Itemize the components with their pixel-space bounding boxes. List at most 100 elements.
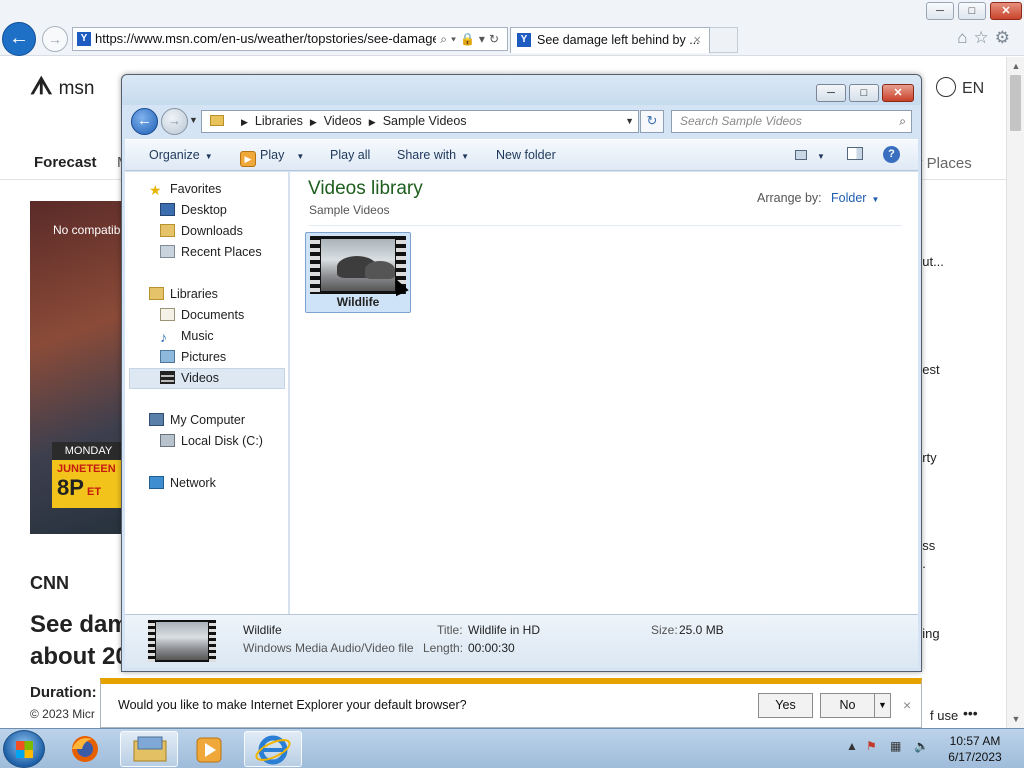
explorer-forward-button[interactable]: → xyxy=(161,108,188,135)
notification-options-dropdown[interactable]: ▼ xyxy=(874,693,891,718)
library-title: Videos library xyxy=(308,178,423,199)
help-icon: ? xyxy=(883,146,900,163)
more-icon[interactable]: ••• xyxy=(963,705,978,721)
nav-desktop[interactable]: Desktop xyxy=(160,203,227,217)
video-file-tile[interactable]: Wildlife xyxy=(305,232,411,313)
nav-local-disk[interactable]: Local Disk (C:) xyxy=(160,434,263,448)
page-scrollbar[interactable]: ▲ ▼ xyxy=(1006,57,1024,728)
search-input[interactable]: Search Sample Videos ⌕ xyxy=(671,110,912,133)
nav-network-label: Network xyxy=(170,476,216,490)
address-bar-icons[interactable]: ⌕▾🔒▾↻ xyxy=(436,28,503,50)
arrange-by-dropdown[interactable]: Folder ▼ xyxy=(831,191,879,205)
explorer-maximize-button[interactable]: □ xyxy=(849,84,879,102)
preview-pane-button[interactable] xyxy=(847,147,863,163)
nav-music[interactable]: ♪ Music xyxy=(160,329,214,345)
video-promo: JUNETEEN 8P ET xyxy=(52,460,125,508)
nav-recent-places-label: Recent Places xyxy=(181,245,262,259)
explorer-command-bar: Organize ▼ ▶ Play ▼ Play all Share with ▼ Ne… xyxy=(125,139,918,171)
explorer-close-button[interactable]: ✕ xyxy=(882,84,914,102)
nav-favorites[interactable]: ★ Favorites xyxy=(149,182,221,198)
nav-documents[interactable]: Documents xyxy=(160,308,244,322)
browser-home-favorites-settings-icons[interactable]: ⌂☆⚙ xyxy=(957,28,1016,48)
recent-locations-dropdown[interactable]: ▼ xyxy=(189,115,198,125)
show-hidden-icons[interactable]: ▲ xyxy=(846,739,858,753)
share-with-label: Share with xyxy=(397,148,457,162)
system-clock[interactable]: 10:57 AM 6/17/2023 xyxy=(942,733,1008,765)
nav-recent-places[interactable]: Recent Places xyxy=(160,245,262,259)
chevron-right-icon[interactable]: ▶ xyxy=(369,117,376,127)
video-player[interactable]: No compatib MONDAY JUNETEEN 8P ET xyxy=(30,201,125,534)
taskbar-firefox[interactable] xyxy=(58,731,116,767)
start-button[interactable] xyxy=(3,730,45,768)
nav-downloads[interactable]: Downloads xyxy=(160,224,243,238)
network-status-icon[interactable]: ▦ xyxy=(890,739,901,753)
notification-yes-button[interactable]: Yes xyxy=(758,693,813,718)
pictures-icon xyxy=(160,350,175,363)
new-tab-button[interactable] xyxy=(710,27,738,53)
nav-my-places[interactable]: y Places xyxy=(915,155,972,172)
language-label: EN xyxy=(962,80,985,97)
refresh-button[interactable]: ↻ xyxy=(640,110,664,133)
play-button[interactable]: ▶ Play ▼ xyxy=(240,148,304,167)
help-button[interactable]: ? xyxy=(883,146,900,163)
nav-videos[interactable]: Videos xyxy=(160,371,219,385)
play-all-button[interactable]: Play all xyxy=(330,148,370,162)
breadcrumb-sample-videos[interactable]: Sample Videos xyxy=(383,114,467,128)
browser-tab[interactable]: Y See damage left behind by ... × xyxy=(510,27,710,53)
taskbar-media-player[interactable] xyxy=(182,731,240,767)
browser-minimize-button[interactable]: ─ xyxy=(926,2,954,20)
arrange-by-label: Arrange by: xyxy=(757,191,822,205)
volume-icon[interactable]: 🔈 xyxy=(914,739,929,753)
msn-logo[interactable]: ᗑ msn xyxy=(30,73,95,101)
taskbar-internet-explorer[interactable] xyxy=(244,731,302,767)
explorer-back-button[interactable]: ← xyxy=(131,108,158,135)
search-icon[interactable]: ⌕ xyxy=(899,111,906,132)
explorer-titlebar[interactable]: ─ □ ✕ xyxy=(122,75,921,105)
notification-close-icon[interactable]: × xyxy=(903,697,911,713)
action-center-icon[interactable]: ⚑ xyxy=(866,739,877,753)
organize-button[interactable]: Organize ▼ xyxy=(149,148,213,162)
breadcrumb[interactable]: ▶ Libraries ▶ Videos ▶ Sample Videos ▼ xyxy=(201,110,639,133)
video-error-text: No compatib xyxy=(53,223,121,237)
browser-forward-button[interactable]: → xyxy=(42,26,68,52)
breadcrumb-videos[interactable]: Videos xyxy=(324,114,362,128)
desktop-icon xyxy=(160,203,175,216)
explorer-minimize-button[interactable]: ─ xyxy=(816,84,846,102)
taskbar-explorer[interactable] xyxy=(120,731,178,767)
browser-maximize-button[interactable]: □ xyxy=(958,2,986,20)
nav-libraries[interactable]: Libraries xyxy=(149,287,218,301)
details-thumbnail-frame xyxy=(156,622,208,660)
chevron-right-icon[interactable]: ▶ xyxy=(310,117,317,127)
browser-back-button[interactable]: ← xyxy=(2,22,36,56)
windows-logo-icon xyxy=(16,741,33,758)
nav-music-label: Music xyxy=(181,329,214,343)
share-with-button[interactable]: Share with ▼ xyxy=(397,148,469,162)
chevron-down-icon[interactable]: ▼ xyxy=(625,111,634,132)
details-file-type: Windows Media Audio/Video file xyxy=(243,641,414,655)
default-browser-notification: Would you like to make Internet Explorer… xyxy=(100,678,922,728)
tab-close-icon[interactable]: × xyxy=(693,28,701,52)
chevron-right-icon[interactable]: ▶ xyxy=(241,117,248,127)
nav-forecast[interactable]: Forecast xyxy=(34,154,97,171)
file-list-pane: Videos library Sample Videos Arrange by:… xyxy=(290,172,918,614)
nav-pictures[interactable]: Pictures xyxy=(160,350,226,364)
terms-of-use-link[interactable]: f use xyxy=(930,708,958,723)
browser-close-button[interactable]: ✕ xyxy=(990,2,1022,20)
change-view-button[interactable]: ▼ xyxy=(795,148,825,162)
details-thumbnail xyxy=(148,620,216,662)
tab-title: See damage left behind by ... xyxy=(537,33,700,47)
nav-network[interactable]: Network xyxy=(149,476,216,490)
language-selector[interactable]: EN xyxy=(936,77,984,98)
videos-icon xyxy=(160,371,175,384)
details-title-value[interactable]: Wildlife in HD xyxy=(468,623,540,637)
nav-libraries-label: Libraries xyxy=(170,287,218,301)
scroll-down-icon[interactable]: ▼ xyxy=(1007,710,1024,728)
nav-my-computer[interactable]: My Computer xyxy=(149,413,245,427)
new-folder-button[interactable]: New folder xyxy=(496,148,556,162)
address-bar[interactable]: Y https://www.msn.com/en-us/weather/tops… xyxy=(72,27,508,51)
video-monday-label: MONDAY xyxy=(52,442,125,460)
breadcrumb-libraries[interactable]: Libraries xyxy=(255,114,303,128)
scrollbar-thumb[interactable] xyxy=(1010,75,1021,131)
scroll-up-icon[interactable]: ▲ xyxy=(1007,57,1024,75)
notification-no-button[interactable]: No xyxy=(820,693,875,718)
